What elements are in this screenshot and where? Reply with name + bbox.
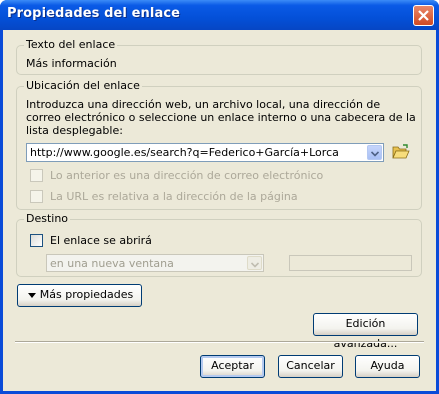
destination-group: Destino El enlace se abrirá en una nueva… xyxy=(16,212,422,277)
dialog-client: Texto del enlace Más información Ubicaci… xyxy=(3,30,436,391)
email-checkbox-label: Lo anterior es una dirección de correo e… xyxy=(50,169,324,182)
browse-folder-button[interactable] xyxy=(391,144,411,161)
cancel-label: Cancelar xyxy=(286,359,335,372)
target-select-value: en una nueva ventana xyxy=(50,257,174,270)
button-separator xyxy=(15,341,424,343)
email-checkbox[interactable] xyxy=(30,169,43,182)
close-button[interactable] xyxy=(413,5,434,26)
target-select[interactable]: en una nueva ventana xyxy=(46,254,264,272)
triangle-down-icon xyxy=(28,293,36,298)
url-dropdown-button[interactable] xyxy=(367,145,382,160)
target-dropdown-button[interactable] xyxy=(247,256,262,270)
chevron-down-icon xyxy=(371,151,379,157)
open-link-checkbox[interactable] xyxy=(30,234,43,247)
relative-url-checkbox[interactable] xyxy=(30,190,43,203)
link-location-legend: Ubicación del enlace xyxy=(24,79,142,92)
title-bar[interactable]: Propiedades del enlace xyxy=(0,0,439,30)
open-link-checkbox-label: El enlace se abrirá xyxy=(50,234,152,247)
chevron-down-icon xyxy=(251,262,259,268)
help-label: Ayuda xyxy=(370,359,405,372)
url-value[interactable]: http://www.google.es/search?q=Federico+G… xyxy=(30,146,339,159)
folder-open-icon xyxy=(392,144,410,159)
target-frame-textbox[interactable] xyxy=(289,255,412,271)
location-description: Introduzca una dirección web, un archivo… xyxy=(26,98,416,137)
link-text-group: Texto del enlace Más información xyxy=(16,38,422,75)
link-location-group: Ubicación del enlace Introduzca una dire… xyxy=(16,79,422,210)
url-combobox[interactable]: http://www.google.es/search?q=Federico+G… xyxy=(26,143,384,162)
more-properties-button[interactable]: Más propiedades xyxy=(17,284,142,307)
accept-button[interactable]: Aceptar xyxy=(200,355,265,378)
link-text-value: Más información xyxy=(26,57,117,70)
destination-legend: Destino xyxy=(24,212,71,225)
close-icon xyxy=(418,10,429,21)
help-button[interactable]: Ayuda xyxy=(355,355,420,378)
advanced-edit-label: Edición avanzada... xyxy=(333,317,398,350)
advanced-edit-button[interactable]: Edición avanzada... xyxy=(313,313,418,350)
more-properties-label: Más propiedades xyxy=(39,288,134,301)
cancel-button[interactable]: Cancelar xyxy=(278,355,343,378)
dialog-window: Propiedades del enlace Texto del enlace … xyxy=(0,0,439,394)
accept-label: Aceptar xyxy=(211,359,254,372)
dialog-title: Propiedades del enlace xyxy=(7,6,181,21)
link-text-legend: Texto del enlace xyxy=(24,38,118,51)
relative-url-checkbox-label: La URL es relativa a la dirección de la … xyxy=(50,190,298,203)
